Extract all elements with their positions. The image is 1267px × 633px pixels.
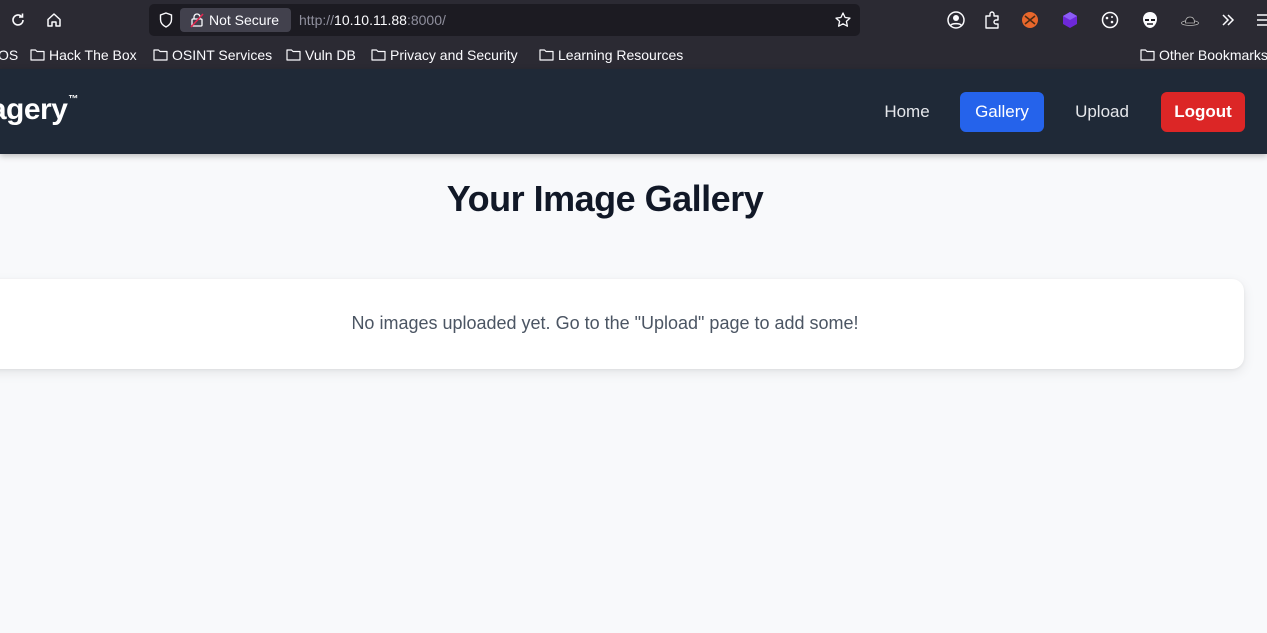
site-navbar: nagery™ Home Gallery Upload Logout <box>0 69 1267 154</box>
hat-extension-icon[interactable] <box>1180 10 1200 30</box>
extensions-puzzle-icon[interactable] <box>982 10 1002 30</box>
bookmark-folder-osint-services[interactable]: OSINT Services <box>153 40 272 69</box>
url-text[interactable]: http://10.10.11.88:8000/ <box>299 4 446 36</box>
bookmark-label: Privacy and Security <box>390 46 518 63</box>
bookmark-item[interactable]: OS <box>0 40 18 69</box>
bookmark-folder-learning-resources[interactable]: Learning Resources <box>539 40 683 69</box>
hacker-mask-icon[interactable] <box>1140 10 1160 30</box>
folder-icon <box>371 49 386 61</box>
folder-icon <box>30 49 45 61</box>
bookmark-folder-vuln-db[interactable]: Vuln DB <box>286 40 356 69</box>
brand-name: nagery <box>0 93 68 126</box>
cookie-extension-icon[interactable] <box>1020 10 1040 30</box>
cookie-editor-icon[interactable] <box>1100 10 1120 30</box>
bookmark-label: OSINT Services <box>172 46 273 63</box>
reload-icon[interactable] <box>4 6 32 34</box>
bookmarks-bar: OS Hack The Box OSINT Services Vuln DB P… <box>0 40 1267 69</box>
browser-toolbar: Not Secure http://10.10.11.88:8000/ <box>0 0 1267 40</box>
bookmark-star-icon[interactable] <box>834 11 852 29</box>
bookmark-folder-hack-the-box[interactable]: Hack The Box <box>30 40 137 69</box>
overflow-chevrons-icon[interactable] <box>1218 10 1238 30</box>
logout-button[interactable]: Logout <box>1161 92 1245 132</box>
url-bar[interactable]: Not Secure http://10.10.11.88:8000/ <box>149 4 860 36</box>
folder-icon <box>539 49 554 61</box>
security-label: Not Secure <box>209 12 280 28</box>
folder-icon <box>286 49 301 61</box>
menu-hamburger-icon[interactable] <box>1254 10 1267 30</box>
not-secure-badge[interactable]: Not Secure <box>180 8 291 32</box>
bookmark-label: OS <box>0 46 19 63</box>
bookmark-label: Hack The Box <box>49 46 137 63</box>
other-bookmarks[interactable]: Other Bookmarks <box>1140 40 1267 69</box>
nav-gallery-link[interactable]: Gallery <box>960 92 1044 132</box>
url-host: 10.10.11.88 <box>334 12 407 28</box>
home-icon[interactable] <box>40 6 68 34</box>
nav-upload-link[interactable]: Upload <box>1060 92 1144 132</box>
folder-icon <box>1140 49 1155 61</box>
url-port: :8000/ <box>406 12 446 28</box>
tracking-protection-icon[interactable] <box>157 11 175 29</box>
other-bookmarks-label: Other Bookmarks <box>1159 46 1267 63</box>
bookmark-folder-privacy-and-security[interactable]: Privacy and Security <box>371 40 518 69</box>
empty-gallery-card: No images uploaded yet. Go to the "Uploa… <box>0 279 1244 369</box>
empty-gallery-message: No images uploaded yet. Go to the "Uploa… <box>351 313 859 333</box>
bookmark-label: Learning Resources <box>558 46 684 63</box>
insecure-lock-icon <box>190 13 204 28</box>
folder-icon <box>153 49 168 61</box>
site-logo[interactable]: nagery™ <box>0 93 78 127</box>
trademark-mark: ™ <box>68 94 78 105</box>
bookmark-label: Vuln DB <box>305 46 356 63</box>
account-icon[interactable] <box>946 10 966 30</box>
url-scheme: http:// <box>299 12 335 28</box>
page-title: Your Image Gallery <box>446 178 764 219</box>
nav-home-link[interactable]: Home <box>870 92 944 132</box>
cube-extension-icon[interactable] <box>1060 10 1080 30</box>
